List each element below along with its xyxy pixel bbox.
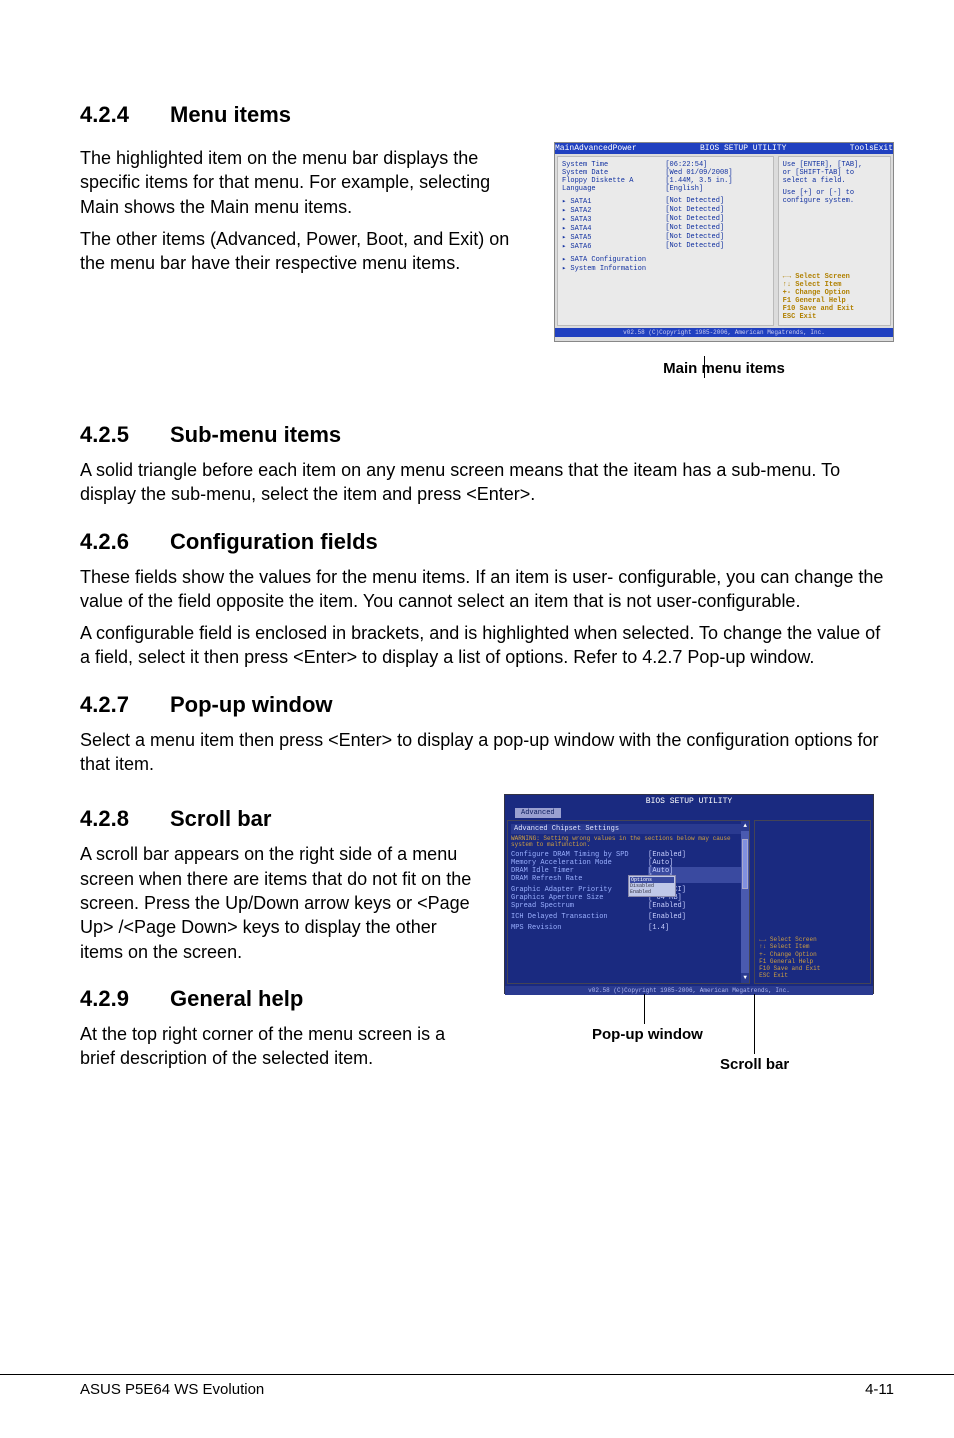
- page-footer: ASUS P5E64 WS Evolution 4-11: [0, 1374, 954, 1398]
- heading-426: 4.2.6Configuration fields: [80, 529, 894, 555]
- p-426-1: These fields show the values for the men…: [80, 565, 894, 614]
- footer-left: ASUS P5E64 WS Evolution: [80, 1381, 264, 1398]
- heading-427: 4.2.7Pop-up window: [80, 692, 894, 718]
- caption-main-menu-items: Main menu items: [554, 360, 894, 377]
- popup-window-overlay: Options Disabled Enabled: [628, 875, 676, 897]
- caption-popup-window: Pop-up window: [592, 1026, 703, 1043]
- scrollbar-thumb[interactable]: [742, 839, 748, 889]
- p-429-1: At the top right corner of the menu scre…: [80, 1022, 484, 1071]
- p-427-1: Select a menu item then press <Enter> to…: [80, 728, 894, 777]
- scrollbar-up-icon[interactable]: ▲: [741, 821, 749, 831]
- p-424-1: The highlighted item on the menu bar dis…: [80, 146, 534, 219]
- heading-429: 4.2.9General help: [80, 986, 484, 1012]
- footer-right: 4-11: [865, 1381, 894, 1398]
- p-425-1: A solid triangle before each item on any…: [80, 458, 894, 507]
- p-424-2: The other items (Advanced, Power, Boot, …: [80, 227, 534, 276]
- heading-428: 4.2.8Scroll bar: [80, 806, 484, 832]
- heading-425: 4.2.5Sub-menu items: [80, 422, 894, 448]
- heading-424: 4.2.4Menu items: [80, 102, 894, 128]
- bios-main-screenshot: Main Advanced Power BIOS SETUP UTILITY T…: [554, 142, 894, 342]
- p-428-1: A scroll bar appears on the right side o…: [80, 842, 484, 963]
- scrollbar[interactable]: ▲ ▼: [741, 821, 749, 983]
- bios-advanced-screenshot: BIOS SETUP UTILITY Advanced Advanced Chi…: [504, 794, 874, 994]
- caption-scroll-bar: Scroll bar: [720, 1056, 789, 1073]
- scrollbar-down-icon[interactable]: ▼: [741, 973, 749, 983]
- p-426-2: A configurable field is enclosed in brac…: [80, 621, 894, 670]
